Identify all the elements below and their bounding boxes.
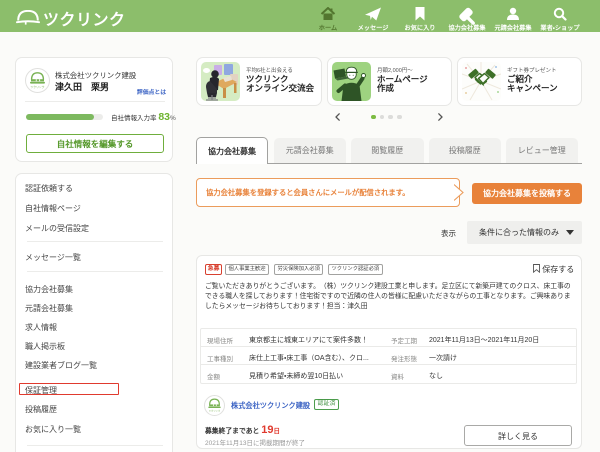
svg-text:ツクリンク: ツクリンク <box>31 85 45 89</box>
